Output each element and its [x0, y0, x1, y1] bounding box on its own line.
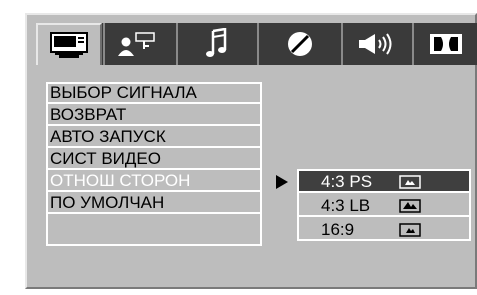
menu-item-autoplay[interactable]: АВТО ЗАПУСК [48, 128, 260, 148]
submenu-pointer-arrow [276, 175, 288, 189]
option-4-3-lb[interactable]: 4:3 LB [299, 195, 469, 217]
option-label: 16:9 [321, 220, 355, 239]
music-note-icon [206, 28, 227, 57]
letterbox-aspect-icon [399, 199, 421, 213]
option-4-3-ps[interactable]: 4:3 PS [299, 171, 469, 193]
tab-general[interactable] [36, 23, 102, 65]
tab-password[interactable] [103, 23, 175, 65]
setup-menu-panel: ВЫБОР СИГНАЛА ВОЗВРАТ АВТО ЗАПУСК СИСТ В… [25, 13, 477, 289]
menu-item-video-system[interactable]: СИСТ ВИДЕО [48, 150, 260, 170]
option-label: 4:3 LB [321, 196, 371, 215]
menu-item-aspect-ratio[interactable]: ОТНОШ СТОРОН [48, 172, 260, 192]
menu-item-empty [48, 216, 260, 244]
option-16-9[interactable]: 16:9 [299, 219, 469, 241]
tab-bar [36, 23, 477, 65]
setup-options-list: ВЫБОР СИГНАЛА ВОЗВРАТ АВТО ЗАПУСК СИСТ В… [46, 82, 262, 246]
tab-speaker[interactable] [341, 23, 411, 65]
tab-preferences[interactable] [257, 23, 340, 65]
widescreen-aspect-icon [399, 223, 421, 237]
aspect-ratio-submenu: 4:3 PS 4:3 LB 16:9 [297, 169, 471, 241]
tv-monitor-icon [50, 32, 88, 58]
menu-item-signal-select[interactable]: ВЫБОР СИГНАЛА [48, 84, 260, 104]
dolby-dd-icon [429, 34, 462, 54]
osd-screen: ВЫБОР СИГНАЛА ВОЗВРАТ АВТО ЗАПУСК СИСТ В… [0, 0, 477, 295]
pan-scan-aspect-icon [399, 175, 421, 189]
option-label: 4:3 PS [321, 172, 373, 191]
speaker-volume-icon [359, 33, 392, 55]
tab-dolby[interactable] [412, 23, 477, 65]
menu-item-resume[interactable]: ВОЗВРАТ [48, 106, 260, 126]
person-key-icon [118, 32, 155, 56]
tab-audio[interactable] [176, 23, 256, 65]
menu-item-default[interactable]: ПО УМОЛЧАН [48, 194, 260, 214]
slashed-circle-icon [287, 32, 312, 56]
